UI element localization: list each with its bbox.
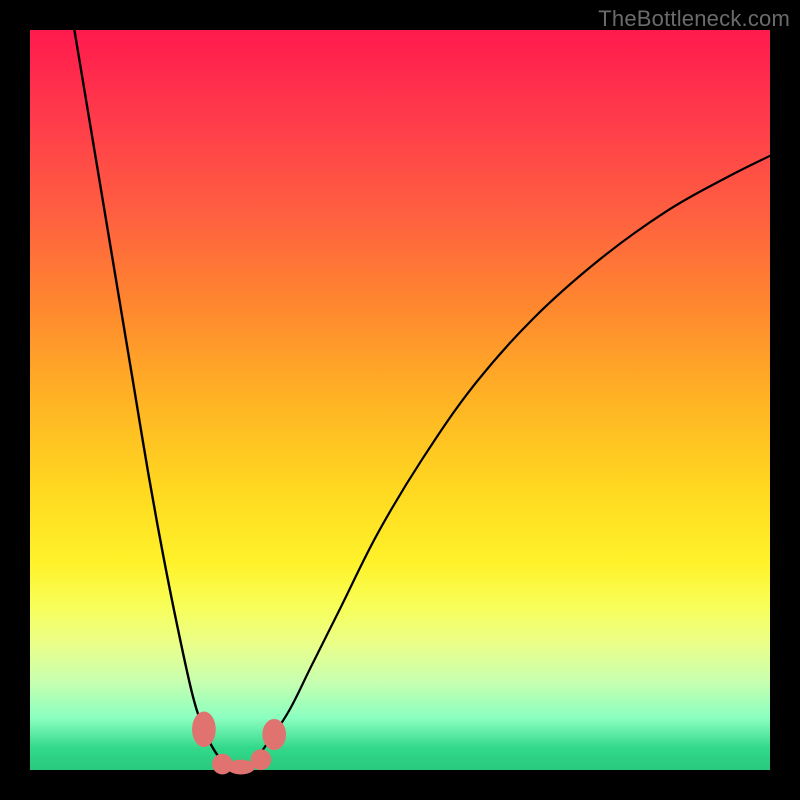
curve-left [74, 30, 237, 770]
curve-marker [227, 760, 255, 775]
plot-area [30, 30, 770, 770]
curve-layer [30, 30, 770, 770]
curve-marker [251, 749, 272, 770]
watermark-text: TheBottleneck.com [598, 6, 790, 32]
chart-frame: TheBottleneck.com [0, 0, 800, 800]
curve-right [237, 156, 770, 770]
marker-group [192, 712, 286, 775]
curve-marker [262, 719, 286, 750]
curve-marker [192, 712, 216, 748]
